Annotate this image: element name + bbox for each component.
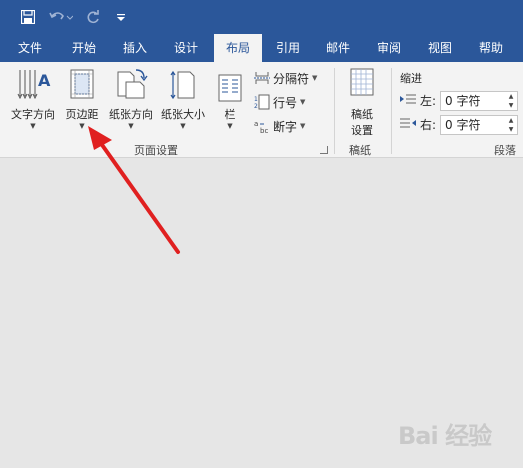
annotation-arrow — [88, 126, 180, 254]
watermark-logo: Bai 经验 — [398, 422, 492, 450]
